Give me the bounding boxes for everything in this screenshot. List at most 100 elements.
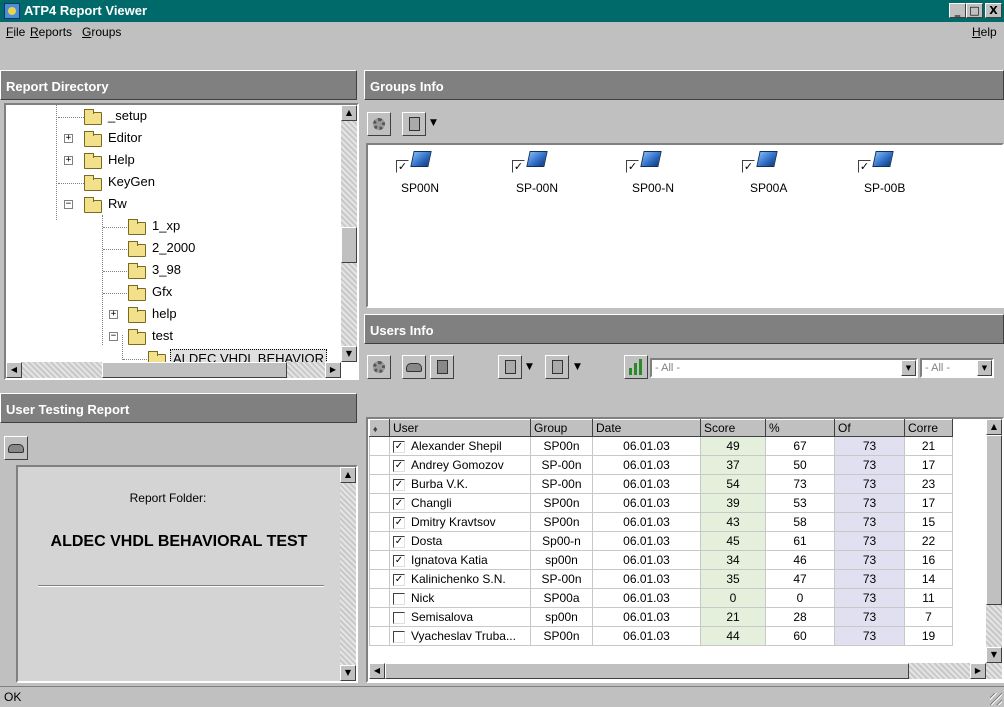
group-checkbox[interactable]: ✓ <box>858 160 871 173</box>
collapse-icon[interactable]: − <box>109 332 118 341</box>
row-checkbox[interactable]: ✓ <box>393 459 405 472</box>
row-checkbox[interactable]: ✓ <box>393 478 405 491</box>
row-checkbox[interactable]: ✓ <box>393 440 405 453</box>
scroll-thumb[interactable] <box>341 227 357 263</box>
tree-item-3-98[interactable]: 3_98 <box>6 261 336 281</box>
tree-item-gfx[interactable]: Gfx <box>6 283 336 303</box>
group-checkbox[interactable]: ✓ <box>742 160 755 173</box>
row-checkbox[interactable] <box>393 611 405 624</box>
tree-item-editor[interactable]: + Editor <box>6 129 336 149</box>
scroll-up-icon[interactable]: ▲ <box>341 105 357 121</box>
row-checkbox[interactable]: ✓ <box>393 573 405 586</box>
column-header-score[interactable]: Score <box>700 419 766 437</box>
row-checkbox[interactable] <box>393 630 405 643</box>
users-chart-button[interactable] <box>624 355 648 379</box>
table-row[interactable]: ✓ Burba V.K. SP-00n 06.01.03 54 73 73 23 <box>369 474 953 494</box>
group-checkbox[interactable]: ✓ <box>512 160 525 173</box>
scroll-down-icon[interactable]: ▼ <box>340 665 356 681</box>
scroll-right-icon[interactable]: ▶ <box>970 663 986 679</box>
report-vertical-scrollbar[interactable]: ▲ ▼ <box>340 467 356 681</box>
users-copy-button[interactable] <box>498 355 522 379</box>
group-checkbox[interactable]: ✓ <box>626 160 639 173</box>
scroll-left-icon[interactable]: ◀ <box>369 663 385 679</box>
resize-grip-icon[interactable] <box>990 693 1002 705</box>
menu-groups[interactable]: Groups <box>82 25 121 39</box>
minimize-button[interactable]: _ <box>949 3 966 18</box>
table-row[interactable]: ✓ Changli SP00n 06.01.03 39 53 73 17 <box>369 493 953 513</box>
row-checkbox[interactable] <box>393 592 405 605</box>
group-item[interactable]: ✓ SP00N <box>396 151 476 201</box>
maximize-button[interactable]: □ <box>966 3 983 18</box>
group-item[interactable]: ✓ SP-00N <box>512 151 592 201</box>
copy-dropdown-icon[interactable]: ▼ <box>526 362 533 372</box>
collapse-icon[interactable]: − <box>64 200 73 209</box>
sort-column-header[interactable]: ♦ <box>369 419 390 437</box>
group-item[interactable]: ✓ SP-00B <box>858 151 938 201</box>
row-checkbox[interactable]: ✓ <box>393 535 405 548</box>
scroll-thumb[interactable] <box>102 362 287 378</box>
groups-settings-button[interactable] <box>367 112 391 136</box>
export-dropdown-icon[interactable]: ▼ <box>430 118 437 128</box>
filter-select-1[interactable]: - All - ▼ <box>650 358 918 378</box>
table-row[interactable]: ✓ Dmitry Kravtsov SP00n 06.01.03 43 58 73 15 <box>369 512 953 532</box>
row-checkbox[interactable]: ✓ <box>393 554 405 567</box>
tree-vertical-scrollbar[interactable]: ▲ ▼ <box>341 105 357 362</box>
print-report-button[interactable] <box>4 436 28 460</box>
menu-file[interactable]: File <box>6 25 25 39</box>
title-bar[interactable]: ATP4 Report Viewer _ □ X <box>0 0 1004 22</box>
row-checkbox[interactable]: ✓ <box>393 516 405 529</box>
column-header-group[interactable]: Group <box>530 419 593 437</box>
column-header-date[interactable]: Date <box>592 419 701 437</box>
expand-icon[interactable]: + <box>64 156 73 165</box>
scroll-down-icon[interactable]: ▼ <box>341 346 357 362</box>
table-row[interactable]: ✓ Dosta Sp00-n 06.01.03 45 61 73 22 <box>369 531 953 551</box>
table-row[interactable]: Semisalova sp00n 06.01.03 21 28 73 7 <box>369 607 953 627</box>
tree-item-rw[interactable]: − Rw <box>6 195 336 215</box>
table-vertical-scrollbar[interactable]: ▲ ▼ <box>986 419 1002 663</box>
tree-item-1-xp[interactable]: 1_xp <box>6 217 336 237</box>
groups-list[interactable]: ✓ SP00N ✓ SP-00N ✓ SP00-N ✓ SP00A ✓ SP-0… <box>366 143 1004 308</box>
close-button[interactable]: X <box>985 3 1002 18</box>
groups-export-button[interactable] <box>402 112 426 136</box>
table-row[interactable]: ✓ Alexander Shepil SP00n 06.01.03 49 67 73 21 <box>369 436 953 456</box>
expand-icon[interactable]: + <box>64 134 73 143</box>
expand-icon[interactable]: + <box>109 310 118 319</box>
scroll-up-icon[interactable]: ▲ <box>340 467 356 483</box>
table-row[interactable]: Nick SP00a 06.01.03 0 0 73 11 <box>369 588 953 608</box>
scroll-down-icon[interactable]: ▼ <box>986 647 1002 663</box>
scroll-thumb[interactable] <box>385 663 909 679</box>
column-header-correct[interactable]: Corre <box>904 419 953 437</box>
export-dropdown-icon[interactable]: ▼ <box>574 362 581 372</box>
tree-horizontal-scrollbar[interactable]: ◀ ▶ <box>6 362 341 378</box>
group-item[interactable]: ✓ SP00A <box>742 151 822 201</box>
users-print-button[interactable] <box>402 355 426 379</box>
menu-reports[interactable]: Reports <box>30 25 72 39</box>
chevron-down-icon[interactable]: ▼ <box>977 360 992 376</box>
users-settings-button[interactable] <box>367 355 391 379</box>
filter-select-2[interactable]: - All - ▼ <box>920 358 994 378</box>
table-row[interactable]: ✓ Andrey Gomozov SP-00n 06.01.03 37 50 73 17 <box>369 455 953 475</box>
users-export-button[interactable] <box>545 355 569 379</box>
table-row[interactable]: Vyacheslav Truba... SP00n 06.01.03 44 60 73 19 <box>369 626 953 646</box>
scroll-up-icon[interactable]: ▲ <box>986 419 1002 435</box>
tree-item-setup[interactable]: _setup <box>6 107 336 127</box>
column-header-percent[interactable]: % <box>765 419 835 437</box>
scroll-left-icon[interactable]: ◀ <box>6 362 22 378</box>
tree-item-help[interactable]: + Help <box>6 151 336 171</box>
report-directory-tree[interactable]: _setup + Editor + Help KeyGen − Rw 1_xp … <box>4 103 359 380</box>
tree-item-keygen[interactable]: KeyGen <box>6 173 336 193</box>
app-icon[interactable] <box>4 3 20 19</box>
tree-item-test[interactable]: − test <box>6 327 336 347</box>
tree-item-help-sub[interactable]: + help <box>6 305 336 325</box>
menu-help[interactable]: Help <box>972 25 997 39</box>
tree-item-2-2000[interactable]: 2_2000 <box>6 239 336 259</box>
column-header-of[interactable]: Of <box>834 419 905 437</box>
scroll-right-icon[interactable]: ▶ <box>325 362 341 378</box>
users-refresh-button[interactable] <box>430 355 454 379</box>
scroll-thumb[interactable] <box>986 435 1002 605</box>
table-horizontal-scrollbar[interactable]: ◀ ▶ <box>369 663 1002 679</box>
row-checkbox[interactable]: ✓ <box>393 497 405 510</box>
group-checkbox[interactable]: ✓ <box>396 160 409 173</box>
table-row[interactable]: ✓ Ignatova Katia sp00n 06.01.03 34 46 73 16 <box>369 550 953 570</box>
chevron-down-icon[interactable]: ▼ <box>901 360 916 376</box>
